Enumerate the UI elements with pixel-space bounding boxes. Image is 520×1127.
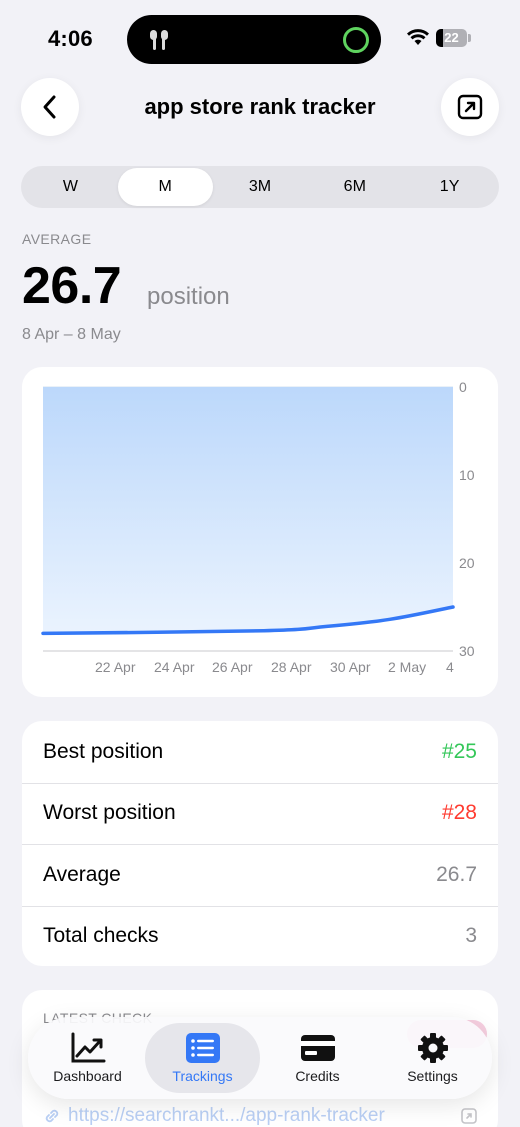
- stat-value-best: #25: [441, 739, 477, 763]
- stat-row-worst: Worst position #28: [22, 782, 498, 845]
- tab-label: Trackings: [172, 1068, 233, 1084]
- stat-label: Worst position: [43, 801, 176, 825]
- status-time: 4:06: [48, 26, 93, 51]
- stat-value-worst: #28: [441, 801, 477, 825]
- tab-settings[interactable]: Settings: [375, 1023, 490, 1093]
- back-button[interactable]: [21, 78, 79, 136]
- segment-week[interactable]: W: [23, 168, 118, 206]
- tab-credits[interactable]: Credits: [260, 1023, 375, 1093]
- stat-label: Average: [43, 862, 121, 886]
- wifi-icon: [407, 29, 429, 45]
- list-icon: [185, 1033, 220, 1063]
- stat-label: Total checks: [43, 924, 159, 948]
- chart-card: 0 10 20 30 22 Apr 24 Apr 26 Apr 28 Apr 30 Apr 2 …: [22, 367, 498, 697]
- period-segmented-control: W M 3M 6M 1Y: [21, 166, 499, 208]
- airpods-icon: [150, 30, 168, 50]
- stat-row-total: Total checks 3: [22, 905, 498, 967]
- page-title: app store rank tracker: [144, 94, 376, 119]
- link-icon: [45, 1109, 59, 1123]
- stat-value-total: 3: [465, 924, 477, 948]
- stat-row-best: Best position #25: [22, 721, 498, 783]
- chart-line-icon: [71, 1032, 105, 1063]
- x-tick-label: 2 May: [388, 659, 426, 675]
- tab-dashboard[interactable]: Dashboard: [30, 1023, 145, 1093]
- x-tick-label: 28 Apr: [271, 659, 312, 675]
- x-tick-label: 22 Apr: [95, 659, 136, 675]
- rank-chart[interactable]: 0 10 20 30 22 Apr 24 Apr 26 Apr 28 Apr 30 Apr 2 …: [22, 367, 498, 697]
- y-tick-label: 20: [459, 555, 475, 571]
- stats-card: Best position #25 Worst position #28 Ave…: [22, 721, 498, 966]
- date-range: 8 Apr – 8 May: [22, 326, 121, 343]
- open-external-button[interactable]: [441, 78, 499, 136]
- tab-label: Settings: [407, 1068, 458, 1084]
- x-tick-label: 30 Apr: [330, 659, 371, 675]
- dynamic-island: [127, 15, 381, 64]
- tab-label: Credits: [295, 1068, 340, 1084]
- y-tick-label: 10: [459, 467, 475, 483]
- battery-icon: 22: [436, 29, 467, 47]
- stat-row-average: Average 26.7: [22, 844, 498, 906]
- x-tick-label: 4: [446, 659, 454, 675]
- tab-trackings[interactable]: Trackings: [145, 1023, 260, 1093]
- tab-bar: Dashboard Trackings Credits Settings: [28, 1017, 492, 1099]
- battery-nub: [468, 34, 471, 42]
- chevron-left-icon: [43, 95, 56, 119]
- gear-icon: [417, 1033, 448, 1063]
- segment-year[interactable]: 1Y: [402, 168, 497, 206]
- open-external-icon[interactable]: [460, 1107, 478, 1125]
- latest-check-link[interactable]: https://searchrankt.../app-rank-tracker: [68, 1105, 385, 1127]
- credit-card-icon: [300, 1035, 335, 1061]
- status-bar: 4:06 22: [0, 0, 520, 70]
- average-label: AVERAGE: [22, 231, 92, 247]
- tab-label: Dashboard: [53, 1068, 122, 1084]
- y-tick-label: 30: [459, 643, 475, 659]
- x-tick-label: 24 Apr: [154, 659, 195, 675]
- open-external-icon: [457, 94, 483, 120]
- stat-label: Best position: [43, 739, 164, 763]
- average-unit: position: [147, 283, 230, 310]
- segment-3-months[interactable]: 3M: [213, 168, 308, 206]
- segment-month[interactable]: M: [117, 168, 213, 206]
- activity-ring-icon: [343, 27, 369, 53]
- battery-level: 22: [444, 30, 459, 45]
- y-tick-label: 0: [459, 379, 467, 395]
- stat-value-average: 26.7: [436, 862, 477, 886]
- segment-6-months[interactable]: 6M: [307, 168, 402, 206]
- average-value: 26.7: [22, 257, 122, 315]
- x-tick-label: 26 Apr: [212, 659, 253, 675]
- chart-area-fill: [43, 387, 453, 634]
